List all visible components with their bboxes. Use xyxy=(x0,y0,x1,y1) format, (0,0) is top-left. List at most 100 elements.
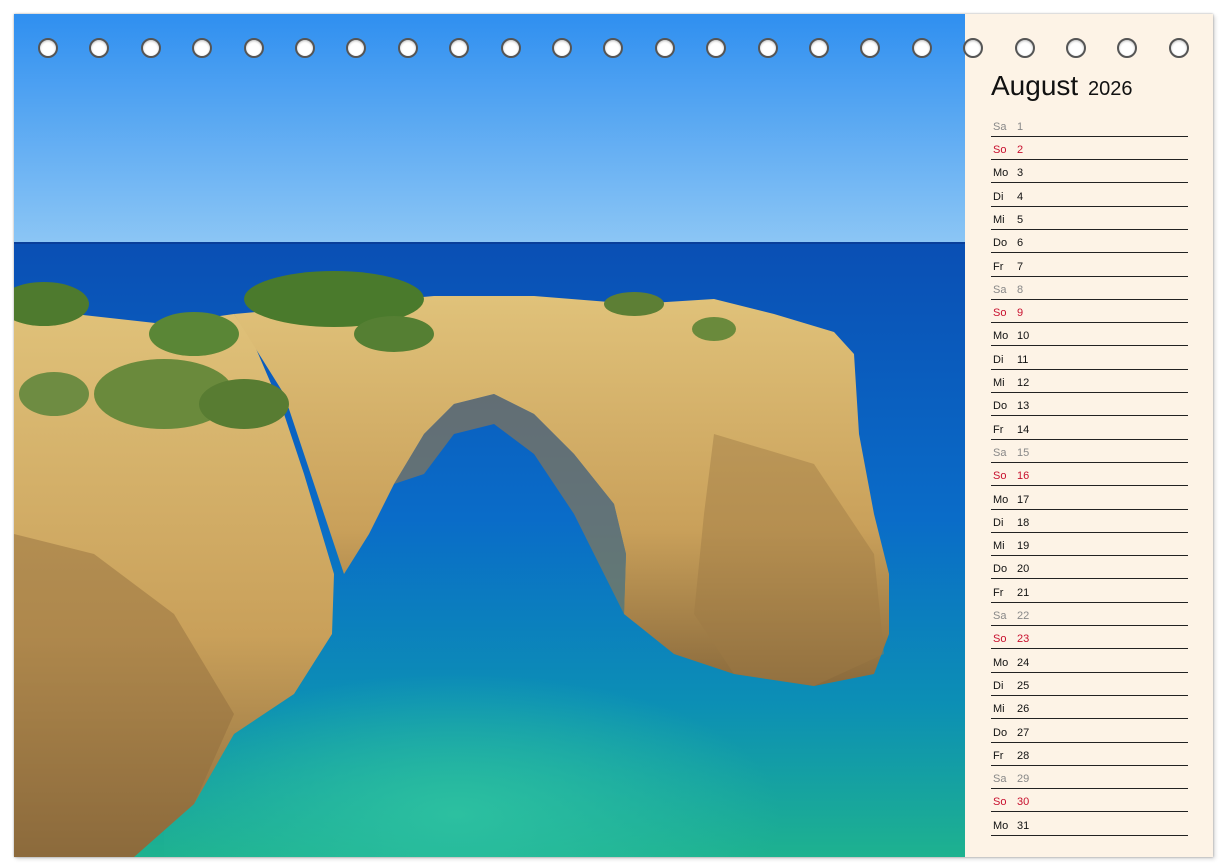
day-number: 29 xyxy=(1017,773,1030,786)
day-name: Do xyxy=(993,726,1008,739)
day-row: Mi 5 xyxy=(991,207,1188,230)
day-row: Fr 28 xyxy=(991,743,1188,766)
day-name: Di xyxy=(993,190,1004,203)
day-name: Sa xyxy=(993,120,1007,133)
day-row: Do 20 xyxy=(991,557,1188,580)
day-number: 31 xyxy=(1017,819,1030,832)
day-row: Mo 10 xyxy=(991,324,1188,347)
day-row: Mo 17 xyxy=(991,487,1188,510)
day-number: 25 xyxy=(1017,679,1030,692)
day-row: Sa 29 xyxy=(991,766,1188,790)
day-row: Do 27 xyxy=(991,720,1188,743)
day-name: Do xyxy=(993,400,1008,413)
day-number: 3 xyxy=(1017,167,1024,180)
day-number: 26 xyxy=(1017,703,1030,716)
day-row: Di 25 xyxy=(991,673,1188,696)
day-row: Mo 24 xyxy=(991,650,1188,673)
day-name: Fr xyxy=(993,749,1004,762)
day-row: Mi 26 xyxy=(991,696,1188,720)
day-number: 4 xyxy=(1017,190,1024,203)
day-row: So 9 xyxy=(991,300,1188,324)
coastal-arch-photo xyxy=(14,14,965,857)
day-row: Do 13 xyxy=(991,394,1188,417)
day-name: Mo xyxy=(993,493,1009,506)
day-name: Mo xyxy=(993,167,1009,180)
day-name: So xyxy=(993,144,1007,157)
day-number: 6 xyxy=(1017,237,1024,250)
day-number: 30 xyxy=(1017,796,1030,809)
day-number: 7 xyxy=(1017,260,1024,273)
day-row: Di 11 xyxy=(991,347,1188,370)
day-row: Fr 14 xyxy=(991,417,1188,440)
day-row: Do 6 xyxy=(991,230,1188,254)
day-number: 24 xyxy=(1017,656,1030,669)
day-name: So xyxy=(993,796,1007,809)
day-number: 27 xyxy=(1017,726,1030,739)
day-number: 8 xyxy=(1017,283,1024,296)
day-name: So xyxy=(993,307,1007,320)
day-row: Mo 31 xyxy=(991,813,1188,836)
day-row: Mi 12 xyxy=(991,370,1188,394)
day-name: Mo xyxy=(993,330,1009,343)
day-row: Fr 21 xyxy=(991,580,1188,603)
day-name: Mo xyxy=(993,819,1009,832)
day-row: Di 4 xyxy=(991,184,1188,207)
day-name: Sa xyxy=(993,773,1007,786)
day-number: 5 xyxy=(1017,213,1024,226)
day-number: 23 xyxy=(1017,633,1030,646)
day-number: 16 xyxy=(1017,470,1030,483)
day-name: Di xyxy=(993,679,1004,692)
day-number: 19 xyxy=(1017,540,1030,553)
day-name: Mi xyxy=(993,703,1005,716)
day-number: 28 xyxy=(1017,749,1030,762)
day-name: Fr xyxy=(993,423,1004,436)
day-name: Fr xyxy=(993,260,1004,273)
day-name: Sa xyxy=(993,446,1007,459)
day-number: 18 xyxy=(1017,516,1030,529)
day-number: 22 xyxy=(1017,610,1030,623)
year: 2026 xyxy=(1087,78,1133,100)
day-name: Sa xyxy=(993,283,1007,296)
day-number: 1 xyxy=(1017,120,1024,133)
day-name: Di xyxy=(993,516,1004,529)
day-row: Sa 1 xyxy=(991,114,1188,137)
month-title: August 2026 xyxy=(991,70,1132,102)
calendar-panel: August 2026 Sa 1 So 2 Mo 3 Di 4 Mi 5 Do 6 Fr 7 Sa 8 So 9 M… xyxy=(965,14,1213,857)
day-number: 2 xyxy=(1017,144,1024,157)
day-number: 9 xyxy=(1017,307,1024,320)
day-number: 13 xyxy=(1017,400,1030,413)
day-name: Fr xyxy=(993,586,1004,599)
day-row: Fr 7 xyxy=(991,254,1188,277)
day-number: 20 xyxy=(1017,563,1030,576)
day-row: Mo 3 xyxy=(991,161,1188,184)
day-name: Sa xyxy=(993,610,1007,623)
day-name: Mi xyxy=(993,213,1005,226)
day-row: Sa 22 xyxy=(991,603,1188,627)
day-row: So 2 xyxy=(991,137,1188,161)
day-row: So 23 xyxy=(991,627,1188,650)
day-name: So xyxy=(993,470,1007,483)
day-number: 17 xyxy=(1017,493,1030,506)
day-name: Di xyxy=(993,353,1004,366)
day-number: 21 xyxy=(1017,586,1030,599)
day-row: Di 18 xyxy=(991,510,1188,533)
day-row: So 16 xyxy=(991,463,1188,487)
day-name: So xyxy=(993,633,1007,646)
day-number: 15 xyxy=(1017,446,1030,459)
day-number: 12 xyxy=(1017,377,1030,390)
day-list: Sa 1 So 2 Mo 3 Di 4 Mi 5 Do 6 Fr 7 Sa 8 So 9 Mo 10 Di 11 Mi 12 D… xyxy=(991,114,1188,836)
day-row: Mi 19 xyxy=(991,533,1188,557)
day-number: 11 xyxy=(1017,353,1029,366)
day-name: Do xyxy=(993,563,1008,576)
day-row: So 30 xyxy=(991,790,1188,813)
day-row: Sa 15 xyxy=(991,440,1188,463)
calendar-page: August 2026 Sa 1 So 2 Mo 3 Di 4 Mi 5 Do 6 Fr 7 Sa 8 So 9 M… xyxy=(14,14,1213,857)
day-row: Sa 8 xyxy=(991,277,1188,300)
day-name: Mo xyxy=(993,656,1009,669)
day-name: Mi xyxy=(993,377,1005,390)
month-name: August xyxy=(991,70,1079,101)
day-number: 14 xyxy=(1017,423,1030,436)
day-number: 10 xyxy=(1017,330,1030,343)
day-name: Mi xyxy=(993,540,1005,553)
day-name: Do xyxy=(993,237,1008,250)
